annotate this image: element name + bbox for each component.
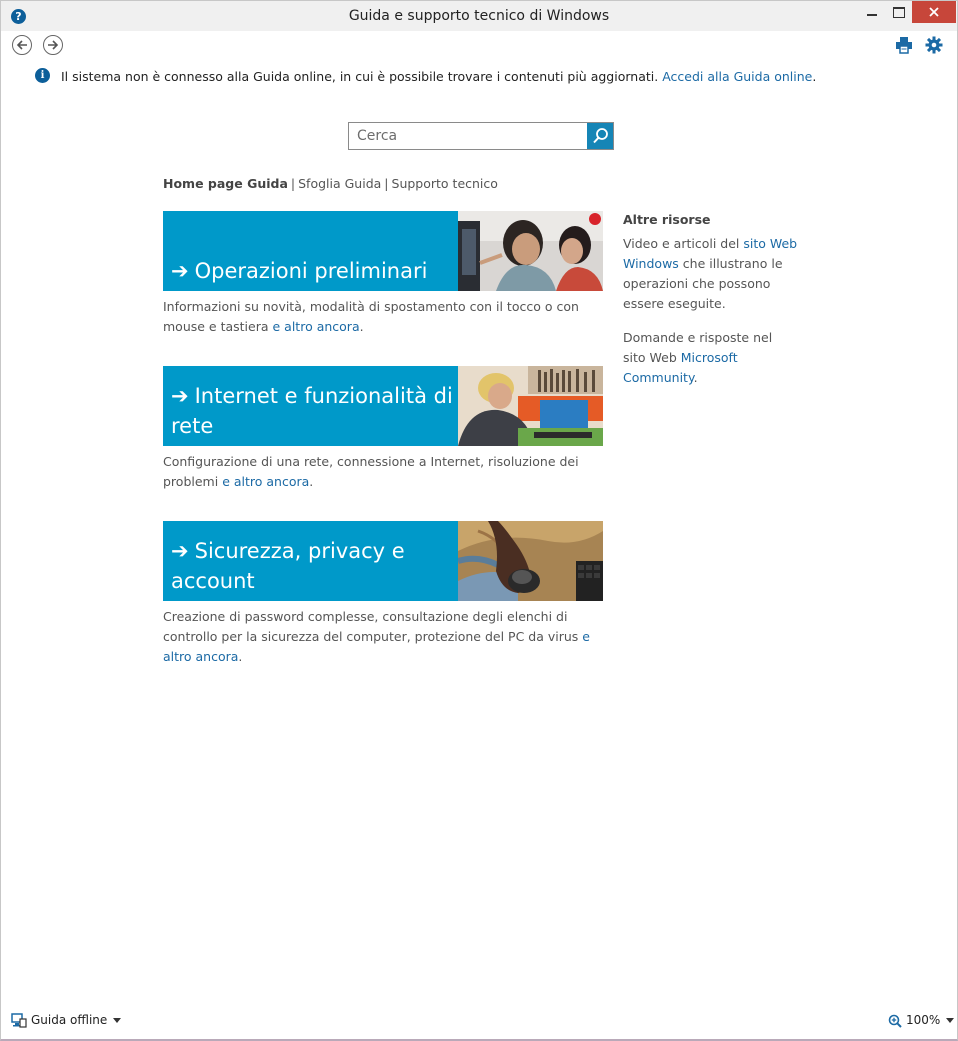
tile-description: Informazioni su novità, modalità di spos… bbox=[163, 299, 579, 334]
search-box bbox=[348, 122, 614, 150]
online-help-link[interactable]: Accedi alla Guida online bbox=[662, 69, 812, 84]
tile-getting-started[interactable]: ➔ Operazioni preliminari bbox=[163, 211, 603, 291]
close-button[interactable] bbox=[912, 1, 956, 23]
tile-security-privacy[interactable]: ➔ Sicurezza, privacy e account bbox=[163, 521, 603, 601]
zoom-level: 100% bbox=[906, 1013, 941, 1027]
resources-paragraph-windows: Video e articoli del sito Web Windows ch… bbox=[623, 236, 798, 311]
search-button[interactable] bbox=[587, 123, 613, 149]
print-icon[interactable] bbox=[895, 36, 913, 54]
arrow-right-icon: ➔ bbox=[171, 259, 189, 283]
offline-notice: Il sistema non è connesso alla Guida onl… bbox=[61, 69, 817, 84]
maximize-button[interactable] bbox=[885, 1, 911, 23]
close-icon bbox=[929, 7, 939, 17]
tile-description: Configurazione di una rete, connessione … bbox=[163, 454, 579, 489]
gear-icon[interactable] bbox=[925, 36, 943, 54]
help-mode-label: Guida offline bbox=[31, 1013, 108, 1027]
breadcrumb-home[interactable]: Home page Guida bbox=[163, 176, 288, 191]
title-bar: ? Guida e supporto tecnico di Windows bbox=[1, 1, 957, 31]
more-link[interactable]: e altro ancora bbox=[273, 319, 360, 334]
tile-title: Internet e funzionalità di rete bbox=[171, 384, 453, 438]
breadcrumb: Home page Guida | Sfoglia Guida | Supporto t… bbox=[163, 176, 498, 191]
zoom-icon bbox=[888, 1014, 902, 1028]
tile-internet-networking[interactable]: ➔ Internet e funzionalità di rete bbox=[163, 366, 603, 446]
help-window: ? Guida e supporto tecnico di Windows i … bbox=[0, 0, 958, 1041]
info-icon: i bbox=[35, 68, 50, 83]
search-input[interactable] bbox=[349, 123, 587, 149]
tile-title: Operazioni preliminari bbox=[194, 259, 428, 283]
resources-paragraph-community: Domande e risposte nel sito Web Microsof… bbox=[623, 330, 773, 385]
back-button[interactable] bbox=[12, 35, 32, 55]
forward-button[interactable] bbox=[43, 35, 63, 55]
offline-notice-text: Il sistema non è connesso alla Guida onl… bbox=[61, 69, 659, 84]
minimize-button[interactable] bbox=[859, 1, 885, 23]
tile-photo-people-screen bbox=[458, 211, 603, 291]
tile-photo-man-laptop bbox=[458, 366, 603, 446]
breadcrumb-support[interactable]: Supporto tecnico bbox=[392, 176, 498, 191]
zoom-control[interactable]: 100% bbox=[888, 1013, 955, 1028]
arrow-right-icon: ➔ bbox=[171, 539, 189, 563]
tile-description: Creazione di password complesse, consult… bbox=[163, 609, 590, 664]
other-resources-heading: Altre risorse bbox=[623, 212, 711, 227]
more-link[interactable]: e altro ancora bbox=[222, 474, 309, 489]
breadcrumb-browse[interactable]: Sfoglia Guida bbox=[298, 176, 381, 191]
search-icon bbox=[593, 128, 608, 144]
arrow-right-icon: ➔ bbox=[171, 384, 189, 408]
arrow-right-icon bbox=[48, 40, 59, 50]
help-mode-selector[interactable]: Guida offline bbox=[11, 1013, 122, 1028]
arrow-left-icon bbox=[16, 40, 27, 50]
chevron-down-icon bbox=[113, 1018, 122, 1023]
tile-photo-hand-mouse bbox=[458, 521, 603, 601]
tile-title: Sicurezza, privacy e account bbox=[171, 539, 405, 593]
offline-help-icon bbox=[11, 1013, 27, 1028]
chevron-down-icon bbox=[946, 1018, 955, 1023]
window-title: Guida e supporto tecnico di Windows bbox=[348, 8, 610, 24]
